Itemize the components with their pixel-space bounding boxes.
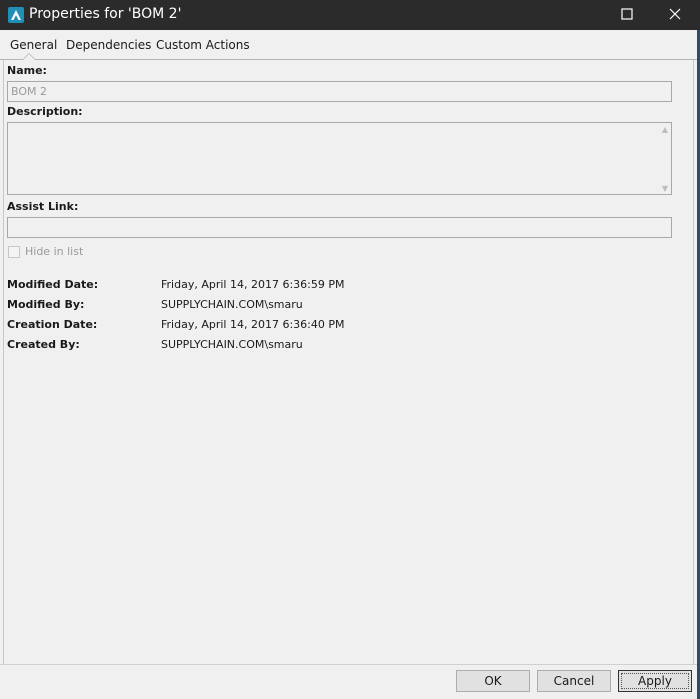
description-field[interactable]: ▲ ▼ xyxy=(7,122,672,195)
tab-strip: General Dependencies Custom Actions xyxy=(0,30,697,60)
modified-by-value: SUPPLYCHAIN.COM\smaru xyxy=(161,298,303,311)
scroll-up-icon[interactable]: ▲ xyxy=(662,125,668,134)
assist-link-field[interactable] xyxy=(7,217,672,238)
maximize-button[interactable] xyxy=(604,0,650,30)
window-title: Properties for 'BOM 2' xyxy=(29,6,182,22)
title-bar[interactable]: Properties for 'BOM 2' xyxy=(0,0,700,30)
name-field[interactable]: BOM 2 xyxy=(7,81,672,102)
cancel-button[interactable]: Cancel xyxy=(537,670,611,692)
close-button[interactable] xyxy=(652,0,698,30)
name-label: Name: xyxy=(7,64,47,77)
hide-in-list-checkbox[interactable] xyxy=(8,246,20,258)
description-label: Description: xyxy=(7,105,83,118)
creation-date-value: Friday, April 14, 2017 6:36:40 PM xyxy=(161,318,345,331)
app-logo-icon xyxy=(8,7,24,23)
assist-link-label: Assist Link: xyxy=(7,200,79,213)
created-by-label: Created By: xyxy=(7,338,80,351)
ok-button[interactable]: OK xyxy=(456,670,530,692)
active-tab-indicator xyxy=(22,53,36,60)
modified-by-label: Modified By: xyxy=(7,298,85,311)
scroll-down-icon[interactable]: ▼ xyxy=(662,184,668,193)
creation-date-label: Creation Date: xyxy=(7,318,98,331)
maximize-icon xyxy=(621,7,633,23)
modified-date-label: Modified Date: xyxy=(7,278,99,291)
created-by-value: SUPPLYCHAIN.COM\smaru xyxy=(161,338,303,351)
apply-button[interactable]: Apply xyxy=(618,670,692,692)
tab-dependencies[interactable]: Dependencies xyxy=(66,38,151,52)
tab-general[interactable]: General xyxy=(10,38,57,52)
hide-in-list-label: Hide in list xyxy=(25,245,84,258)
tab-custom-actions[interactable]: Custom Actions xyxy=(156,38,250,52)
modified-date-value: Friday, April 14, 2017 6:36:59 PM xyxy=(161,278,345,291)
close-icon xyxy=(669,8,681,23)
